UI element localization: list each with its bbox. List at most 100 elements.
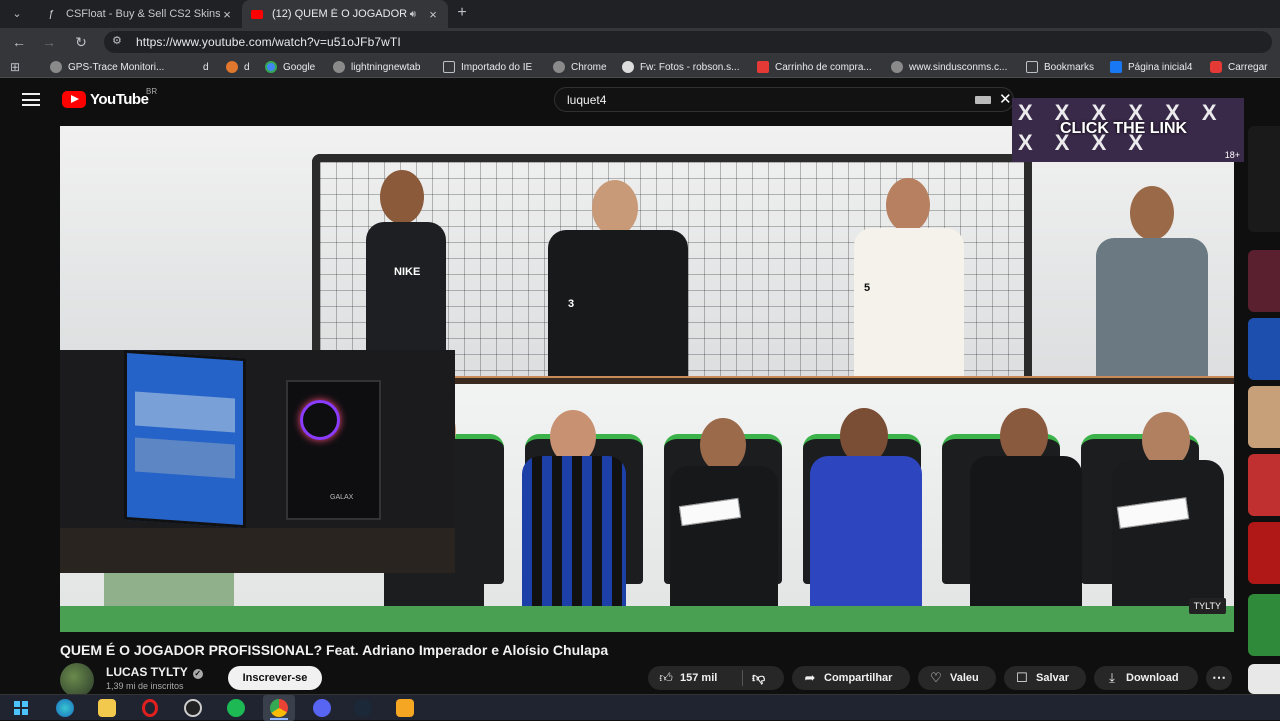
thumbs-up-icon[interactable]: 👍︎: [658, 670, 674, 686]
desk: [60, 528, 455, 573]
google-icon: [265, 61, 277, 73]
facebook-icon: [1110, 61, 1122, 73]
subscribe-button[interactable]: Inscrever-se: [228, 666, 322, 690]
recommended-thumbnail[interactable]: [1248, 318, 1280, 380]
tab-search-icon[interactable]: ⌄: [8, 5, 26, 23]
url-text[interactable]: https://www.youtube.com/watch?v=u51oJFb7…: [136, 35, 401, 49]
recommended-thumbnail[interactable]: [1248, 126, 1280, 232]
jersey-number: 5: [864, 282, 871, 294]
channel-avatar[interactable]: [60, 663, 94, 697]
bookmark-label: lightningnewtab: [351, 61, 421, 73]
tab-title: (12) QUEM É O JOGADOR P: [272, 8, 410, 20]
like-count[interactable]: 157 mil: [680, 672, 717, 684]
tab-csfloat[interactable]: ƒ CSFloat - Buy & Sell CS2 Skins ×: [36, 0, 242, 28]
tab-close-icon[interactable]: ×: [426, 7, 440, 22]
channel-name-text[interactable]: LUCAS TYLTY: [106, 665, 188, 679]
bookmark-folder[interactable]: Importado do IE: [443, 59, 532, 75]
globe-icon: [553, 61, 565, 73]
bookmark-item[interactable]: Carregar: [1210, 59, 1267, 75]
forward-icon[interactable]: →: [40, 33, 58, 51]
clear-search-icon[interactable]: ✕: [999, 90, 1012, 108]
recommended-thumbnail[interactable]: [1248, 386, 1280, 448]
recommended-thumbnail[interactable]: [1248, 664, 1280, 694]
bookmark-item[interactable]: GPS-Trace Monitori...: [50, 59, 164, 75]
download-label: Download: [1126, 672, 1179, 684]
tab-close-icon[interactable]: ×: [220, 7, 234, 22]
frame-divider: [395, 376, 1234, 384]
recommended-thumbnail[interactable]: [1248, 594, 1280, 656]
globe-icon: [333, 61, 345, 73]
share-button[interactable]: ➦ Compartilhar: [792, 666, 910, 690]
bookmark-item[interactable]: Fw: Fotos - robson.s...: [622, 59, 739, 75]
address-toolbar: ← → ↻ ⚙︎ https://www.youtube.com/watch?v…: [0, 28, 1280, 56]
pc-brand-label: GALAX: [330, 494, 354, 501]
bookmark-item[interactable]: Página inicial4: [1110, 59, 1193, 75]
obs-icon[interactable]: [184, 699, 202, 717]
bookmark-label: Chrome: [571, 61, 607, 73]
audio-playing-icon[interactable]: 🔊︎: [410, 9, 416, 20]
youtube-favicon-icon: [250, 7, 264, 21]
save-button[interactable]: ☐ Salvar: [1004, 666, 1086, 690]
windows-start-icon[interactable]: [12, 699, 30, 717]
ad-banner[interactable]: X X X X X X X X X X CLICK THE LINK 18+: [1012, 98, 1244, 162]
bookmark-item[interactable]: d: [226, 59, 250, 75]
like-divider: [742, 670, 743, 686]
file-explorer-icon[interactable]: [98, 699, 116, 717]
youtube-play-icon: [62, 91, 86, 108]
ad-age-label: 18+: [1224, 150, 1240, 160]
recommended-thumbnail[interactable]: [1248, 250, 1280, 312]
thumbs-down-icon[interactable]: 👎︎: [752, 670, 765, 686]
video-title: QUEM É O JOGADOR PROFISSIONAL? Feat. Adr…: [60, 642, 609, 658]
youtube-logo[interactable]: YouTube: [62, 91, 149, 108]
bookmark-label: Carrinho de compra...: [775, 61, 872, 73]
bookmark-folder[interactable]: Bookmarks: [1026, 59, 1094, 75]
video-player[interactable]: NIKE 3 5 TYLTY GALAX: [60, 126, 1234, 632]
keyboard-icon[interactable]: [975, 96, 991, 104]
bookmark-item[interactable]: www.sindusconms.c...: [891, 59, 1007, 75]
search-value[interactable]: luquet4: [567, 93, 606, 107]
tab-title: CSFloat - Buy & Sell CS2 Skins: [66, 8, 220, 20]
channel-name[interactable]: LUCAS TYLTY ✓: [106, 665, 203, 679]
chrome-icon[interactable]: [270, 699, 288, 717]
share-label: Compartilhar: [824, 672, 893, 684]
bookmark-label: Bookmarks: [1044, 61, 1095, 73]
address-bar[interactable]: ⚙︎ https://www.youtube.com/watch?v=u51oJ…: [104, 31, 1272, 53]
bookmark-item[interactable]: Google: [265, 59, 315, 75]
search-input[interactable]: luquet4 ✕: [554, 87, 1014, 112]
back-icon[interactable]: ←: [10, 33, 28, 51]
app-icon[interactable]: [396, 699, 414, 717]
more-actions-icon[interactable]: ⋯: [1206, 666, 1232, 690]
site-info-icon[interactable]: ⚙︎: [112, 34, 122, 47]
folder-icon: [443, 61, 455, 73]
download-button[interactable]: ⤓ Download: [1094, 666, 1198, 690]
bookmark-item[interactable]: Carrinho de compra...: [757, 59, 872, 75]
reload-icon[interactable]: ↻: [72, 33, 90, 51]
region-code: BR: [146, 87, 158, 96]
discord-icon[interactable]: [313, 699, 331, 717]
thanks-button[interactable]: ♡ Valeu: [918, 666, 996, 690]
folder-icon: [1026, 61, 1038, 73]
opera-icon[interactable]: [142, 699, 158, 717]
monitor-in-webcam: [124, 350, 246, 529]
jersey-text: NIKE: [394, 266, 421, 278]
bookmark-item[interactable]: lightningnewtab: [333, 59, 421, 75]
tab-youtube[interactable]: (12) QUEM É O JOGADOR P 🔊︎ ×: [242, 0, 448, 28]
spotify-icon[interactable]: [227, 699, 245, 717]
favicon-icon: [226, 61, 238, 73]
edge-icon[interactable]: [56, 699, 74, 717]
google-icon: [622, 61, 634, 73]
recommended-thumbnail[interactable]: [1248, 454, 1280, 516]
youtube-wordmark: YouTube: [90, 91, 149, 108]
download-icon: ⤓: [1109, 670, 1115, 685]
ad-text: CLICK THE LINK: [1060, 120, 1188, 137]
bookmark-item[interactable]: Chrome: [553, 59, 607, 75]
steam-icon[interactable]: [354, 699, 372, 717]
verified-icon: ✓: [192, 669, 203, 679]
bookmark-item[interactable]: d: [203, 59, 209, 75]
recommended-thumbnail[interactable]: [1248, 522, 1280, 584]
grass-floor: [60, 606, 1234, 632]
bookmarks-bar: ⊞ GPS-Trace Monitori... d d Google light…: [0, 56, 1280, 78]
menu-icon[interactable]: [22, 93, 40, 106]
apps-grid-icon[interactable]: ⊞: [10, 60, 20, 74]
new-tab-icon[interactable]: +: [454, 4, 470, 22]
